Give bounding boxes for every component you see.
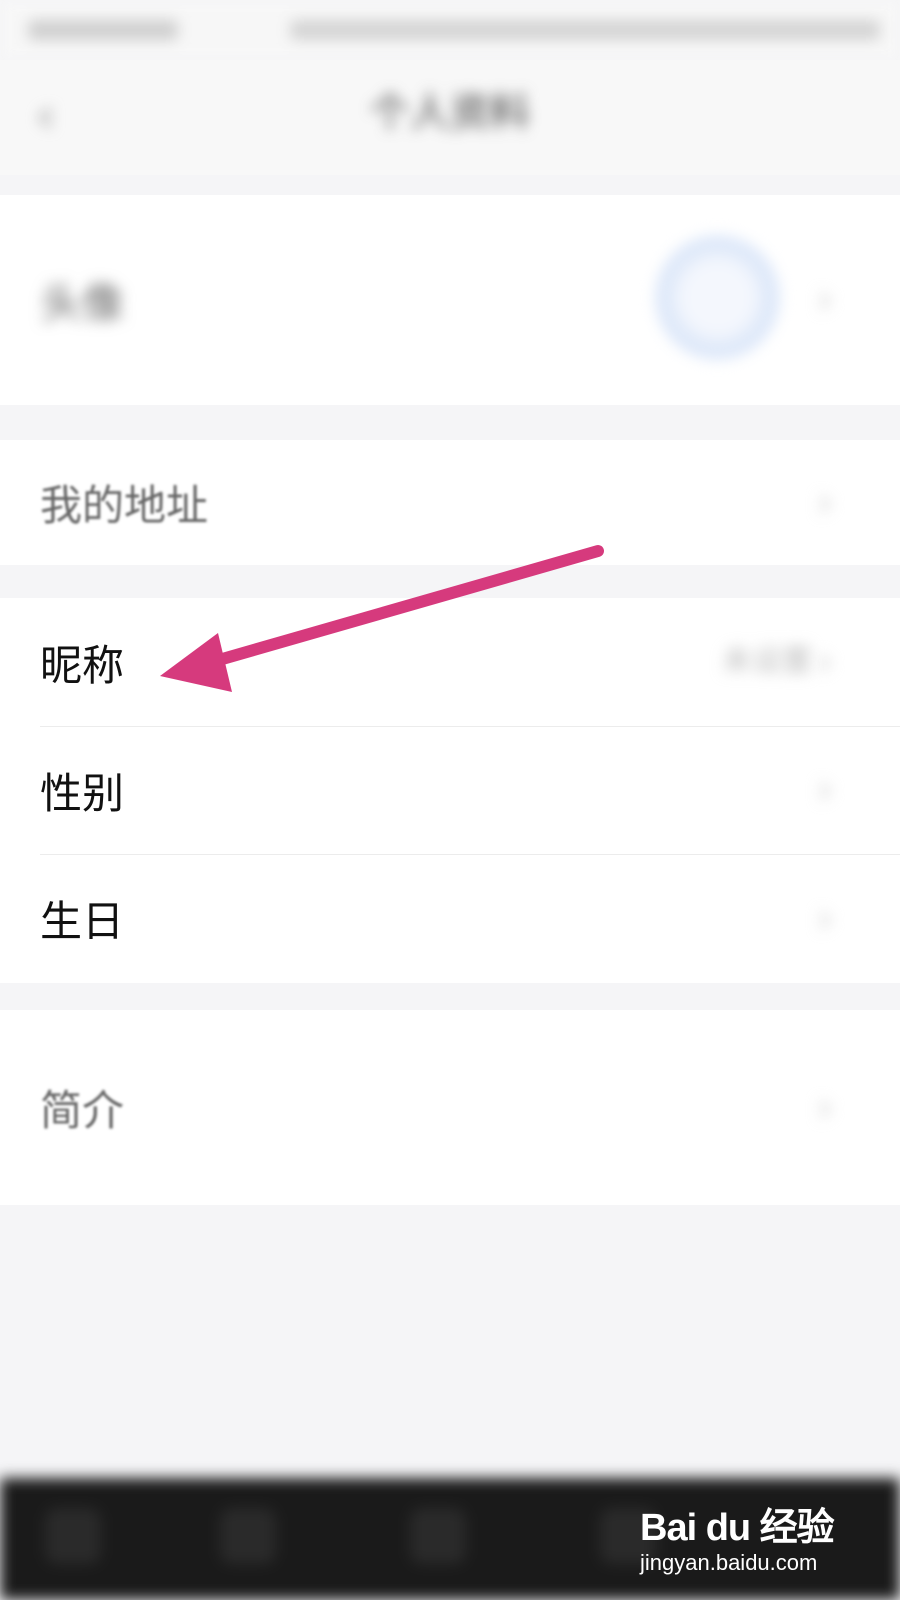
nav-button[interactable]	[45, 1508, 101, 1564]
watermark-url: jingyan.baidu.com	[640, 1550, 818, 1575]
nickname-label: 昵称	[40, 640, 125, 690]
avatar-label: 头像	[40, 278, 125, 328]
address-label: 我的地址	[40, 481, 209, 530]
avatar-row[interactable]: 头像 ›	[0, 195, 900, 405]
page-title: 个人资料	[370, 90, 530, 136]
chevron-right-icon: ›	[816, 764, 834, 815]
bio-label: 简介	[40, 1086, 125, 1135]
birthday-row[interactable]: 生日 ›	[0, 854, 900, 983]
status-time	[28, 20, 178, 40]
chevron-right-icon: ›	[816, 1081, 834, 1133]
chevron-right-icon: ›	[816, 476, 834, 528]
gender-row[interactable]: 性别 ›	[0, 726, 900, 854]
profile-info-section: 昵称 未设置 › 性别 › 生日 ›	[0, 598, 900, 983]
birthday-label: 生日	[40, 897, 125, 946]
nickname-value: 未设置	[722, 644, 812, 679]
nav-button[interactable]	[220, 1508, 276, 1564]
gender-label: 性别	[40, 768, 125, 818]
nav-button[interactable]	[410, 1508, 466, 1564]
nav-bar: ‹ 个人资料	[0, 60, 900, 175]
avatar-section: 头像 ›	[0, 195, 900, 405]
chevron-right-icon: ›	[816, 892, 834, 944]
bio-section: 简介 ›	[0, 1010, 900, 1205]
nickname-row[interactable]: 昵称 未设置 ›	[0, 598, 900, 726]
chevron-right-icon: ›	[816, 274, 834, 325]
chevron-left-icon[interactable]: ‹	[36, 90, 76, 142]
watermark-brand: Bai du 经验	[640, 1507, 835, 1549]
status-bar	[0, 0, 900, 60]
address-row[interactable]: 我的地址 ›	[0, 440, 900, 565]
chevron-right-icon: ›	[816, 636, 834, 687]
bio-row[interactable]: 简介 ›	[0, 1010, 900, 1205]
address-section: 我的地址 ›	[0, 440, 900, 565]
watermark: Bai du 经验 jingyan.baidu.com	[640, 1478, 860, 1588]
avatar[interactable]	[655, 235, 780, 360]
status-icons	[290, 20, 880, 40]
